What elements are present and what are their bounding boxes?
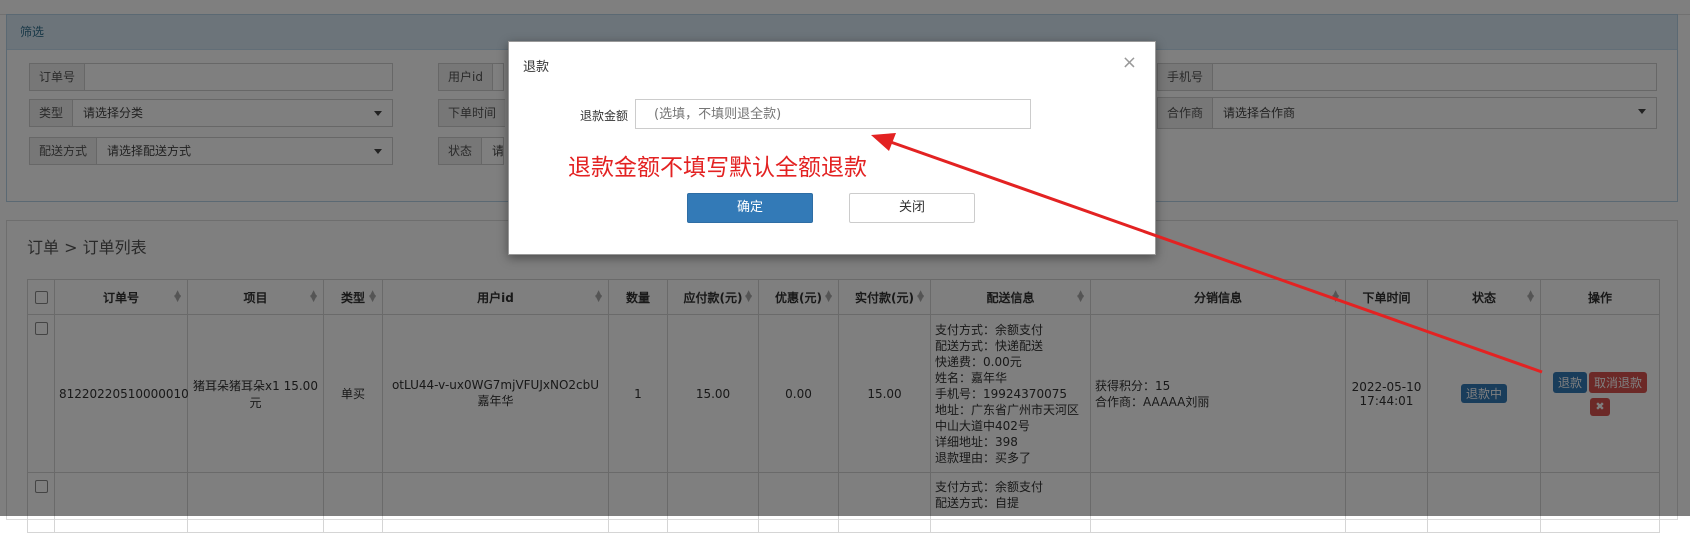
arrow-line [884, 138, 1543, 374]
annotation-arrow [871, 133, 1543, 374]
arrow-head [871, 133, 896, 151]
